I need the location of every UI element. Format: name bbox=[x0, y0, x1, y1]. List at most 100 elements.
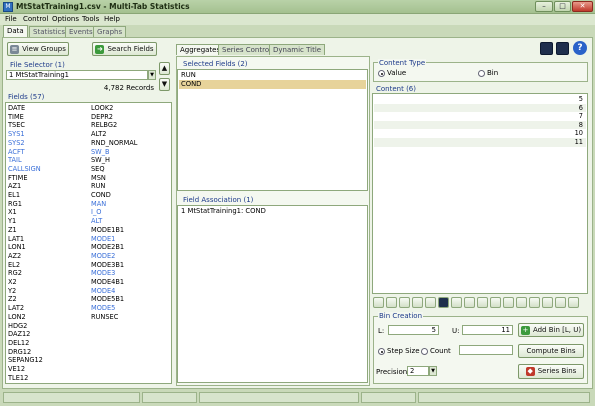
tool-ball-icon[interactable] bbox=[529, 297, 540, 308]
field-item[interactable]: ALT2 bbox=[91, 130, 107, 139]
search-fields-button[interactable]: ➜ Search Fields bbox=[92, 42, 157, 56]
maximize-button[interactable]: □ bbox=[554, 1, 571, 12]
precision-arrow-icon[interactable]: ▼ bbox=[429, 366, 437, 376]
l-input[interactable]: 5 bbox=[388, 325, 439, 335]
field-item[interactable]: MODE2B1 bbox=[91, 243, 124, 252]
field-item[interactable]: AZ1 bbox=[8, 182, 21, 191]
tool-circle-icon[interactable] bbox=[386, 297, 397, 308]
menu-help[interactable]: Help bbox=[104, 15, 120, 23]
field-item[interactable]: TIME bbox=[8, 113, 24, 122]
tool-book-icon[interactable] bbox=[412, 297, 423, 308]
step-size-radio[interactable] bbox=[378, 348, 385, 355]
view-groups-button[interactable]: ≡ View Groups bbox=[7, 42, 69, 56]
save-all-icon[interactable] bbox=[556, 42, 569, 55]
step-input[interactable] bbox=[459, 345, 513, 355]
bin-radio[interactable] bbox=[478, 70, 485, 77]
tab-data[interactable]: Data bbox=[3, 25, 28, 37]
minimize-button[interactable]: – bbox=[535, 1, 553, 12]
move-down-button[interactable]: ▼ bbox=[159, 78, 170, 91]
selected-field-row[interactable]: COND bbox=[179, 80, 366, 89]
dropdown-arrow-icon[interactable]: ▼ bbox=[148, 70, 156, 80]
fields-list[interactable]: DATE TIME TSEC SYS1 SYS2 ACFT TAIL CALLSIGN FTIM… bbox=[5, 102, 172, 384]
field-item[interactable]: MODE3 bbox=[91, 269, 115, 278]
field-association-list[interactable]: 1 MtStatTraining1: COND bbox=[177, 205, 368, 383]
field-item[interactable]: RUNSEC bbox=[91, 313, 118, 322]
content-row[interactable]: 5 bbox=[374, 95, 586, 104]
field-item[interactable]: SW_B bbox=[91, 148, 110, 157]
selected-field-row[interactable]: RUN bbox=[179, 71, 366, 80]
field-item[interactable]: RUN bbox=[91, 182, 105, 191]
tool-arrow-icon[interactable] bbox=[516, 297, 527, 308]
field-item[interactable]: AZ2 bbox=[8, 252, 21, 261]
tab-dynamic-title[interactable]: Dynamic Title bbox=[269, 44, 326, 55]
field-item[interactable]: RG1 bbox=[8, 200, 22, 209]
association-row[interactable]: 1 MtStatTraining1: COND bbox=[179, 207, 366, 216]
u-input[interactable]: 11 bbox=[462, 325, 513, 335]
content-row[interactable]: 10 bbox=[374, 129, 586, 138]
field-item[interactable]: SW_H bbox=[91, 156, 110, 165]
field-item[interactable]: SEQ bbox=[91, 165, 105, 174]
tool-page-icon[interactable] bbox=[399, 297, 410, 308]
field-item[interactable]: DAZ12 bbox=[8, 330, 30, 339]
menu-tools[interactable]: Tools bbox=[82, 15, 99, 23]
tool-bars-icon[interactable] bbox=[490, 297, 501, 308]
field-item[interactable]: RND_NORMAL bbox=[91, 139, 137, 148]
tool-histogram-icon[interactable] bbox=[477, 297, 488, 308]
field-item[interactable]: EL1 bbox=[8, 191, 20, 200]
field-item[interactable]: X1 bbox=[8, 208, 17, 217]
tool-chart-icon[interactable] bbox=[425, 297, 436, 308]
field-item[interactable]: MODE3B1 bbox=[91, 261, 124, 270]
field-item[interactable]: ALT bbox=[91, 217, 102, 226]
tool-tag-icon[interactable] bbox=[542, 297, 553, 308]
content-row[interactable]: 7 bbox=[374, 112, 586, 121]
tab-series-control[interactable]: Series Control bbox=[218, 44, 276, 55]
tool-wrench-icon[interactable] bbox=[568, 297, 579, 308]
field-item[interactable]: TAIL bbox=[8, 156, 22, 165]
close-button[interactable]: ✕ bbox=[572, 1, 593, 12]
content-list[interactable]: 5 6 7 8 10 11 bbox=[372, 93, 588, 294]
tab-statistics[interactable]: Statistics bbox=[29, 26, 69, 37]
field-item[interactable]: MODE5B1 bbox=[91, 295, 124, 304]
field-item[interactable]: MODE2 bbox=[91, 252, 115, 261]
save-icon[interactable] bbox=[540, 42, 553, 55]
field-item[interactable]: LAT1 bbox=[8, 235, 24, 244]
series-bins-button[interactable]: ◆ Series Bins bbox=[518, 364, 584, 379]
field-item[interactable]: I_O bbox=[91, 208, 101, 217]
field-item[interactable]: MODE1 bbox=[91, 235, 115, 244]
compute-bins-button[interactable]: Compute Bins bbox=[518, 344, 584, 358]
field-item[interactable]: FTIME bbox=[8, 174, 28, 183]
field-item[interactable]: SYS1 bbox=[8, 130, 25, 139]
tab-events[interactable]: Events bbox=[65, 26, 97, 37]
field-item[interactable]: DEL12 bbox=[8, 339, 29, 348]
field-item[interactable]: RELBG2 bbox=[91, 121, 117, 130]
field-item[interactable]: MAN bbox=[91, 200, 106, 209]
field-item[interactable]: TLE12 bbox=[8, 374, 28, 383]
field-item[interactable]: MODE4 bbox=[91, 287, 115, 296]
field-item[interactable]: EL2 bbox=[8, 261, 20, 270]
field-item[interactable]: MODE4B1 bbox=[91, 278, 124, 287]
field-item[interactable]: Y2 bbox=[8, 287, 16, 296]
menu-control[interactable]: Control bbox=[23, 15, 48, 23]
selected-fields-list[interactable]: RUN COND bbox=[177, 69, 368, 191]
add-bin-button[interactable]: + Add Bin [L, U) bbox=[518, 323, 584, 337]
field-item[interactable]: ACFT bbox=[8, 148, 25, 157]
field-item[interactable]: MODE1B1 bbox=[91, 226, 124, 235]
file-selector-dropdown[interactable]: 1 MtStatTraining1 bbox=[6, 70, 148, 80]
field-item[interactable]: MODE5 bbox=[91, 304, 115, 313]
field-item[interactable]: VE12 bbox=[8, 365, 25, 374]
field-item[interactable]: LOOK2 bbox=[91, 104, 113, 113]
field-item[interactable]: Y1 bbox=[8, 217, 16, 226]
field-item[interactable]: Z2 bbox=[8, 295, 17, 304]
field-item[interactable]: SEPANG12 bbox=[8, 356, 43, 365]
move-up-button[interactable]: ▲ bbox=[159, 62, 170, 75]
tool-filter-icon[interactable] bbox=[451, 297, 462, 308]
tool-curve-icon[interactable] bbox=[464, 297, 475, 308]
field-item[interactable]: TSEC bbox=[8, 121, 25, 130]
field-item[interactable]: RG2 bbox=[8, 269, 22, 278]
help-icon[interactable]: ? bbox=[573, 41, 587, 55]
content-row[interactable]: 11 bbox=[374, 138, 586, 147]
content-row[interactable]: 6 bbox=[374, 103, 586, 113]
menu-options[interactable]: Options bbox=[52, 15, 79, 23]
field-item[interactable]: LON1 bbox=[8, 243, 26, 252]
field-item[interactable]: DRG12 bbox=[8, 348, 31, 357]
